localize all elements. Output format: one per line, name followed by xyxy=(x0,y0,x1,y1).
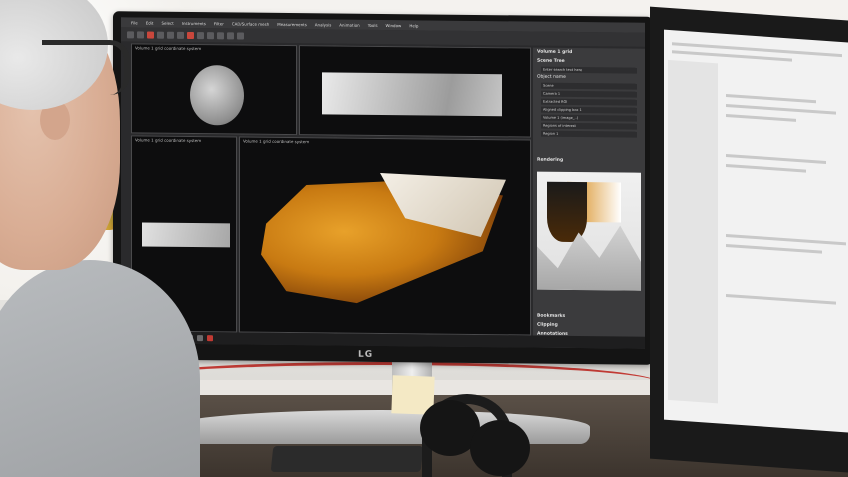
histogram-peak xyxy=(547,181,587,243)
viewport-label: Volume 1 grid coordinate system xyxy=(135,45,202,52)
viewport-3d[interactable]: Volume 1 grid coordinate system xyxy=(239,136,531,336)
main-monitor: File Edit Select Instruments Filter CAD/… xyxy=(113,11,653,365)
rendering-histogram[interactable] xyxy=(537,171,641,291)
taskbar-icon[interactable] xyxy=(197,335,203,342)
menu-tools[interactable]: Tools xyxy=(368,22,378,27)
tree-item[interactable]: Camera 1 xyxy=(541,90,637,98)
menu-filter[interactable]: Filter xyxy=(214,21,224,26)
toolbar-button[interactable] xyxy=(187,31,194,39)
scene-tree-panel: Volume 1 grid Scene Tree Enter search te… xyxy=(533,47,645,349)
code-line xyxy=(726,93,816,104)
glasses xyxy=(42,40,130,95)
code-line xyxy=(726,113,796,122)
menu-analysis[interactable]: Analysis xyxy=(315,22,331,27)
clipping-section[interactable]: Clipping xyxy=(537,323,558,328)
tree-item[interactable]: Volume 1 (image_..) xyxy=(541,114,637,122)
right-monitor xyxy=(650,6,848,474)
code-line xyxy=(726,233,846,246)
office-scene: File Edit Select Instruments Filter CAD/… xyxy=(0,0,848,477)
code-line xyxy=(726,153,826,164)
menu-instruments[interactable]: Instruments xyxy=(182,20,206,25)
monitor-logo: LG xyxy=(358,349,374,360)
tree-item[interactable]: Aligned clipping box 1 xyxy=(541,106,637,114)
toolbar-button[interactable] xyxy=(237,31,244,40)
menu-measurements[interactable]: Measurements xyxy=(277,21,307,26)
viewport-top-right[interactable] xyxy=(299,45,531,138)
tree-item[interactable]: Extracted ROI xyxy=(541,98,637,106)
smartphone xyxy=(270,446,424,472)
bookmarks-section[interactable]: Bookmarks xyxy=(537,314,565,319)
menu-window[interactable]: Window xyxy=(386,23,402,28)
headphone-earcup xyxy=(470,420,530,476)
menu-select[interactable]: Select xyxy=(161,20,173,25)
menu-file[interactable]: File xyxy=(131,20,138,25)
main-screen: File Edit Select Instruments Filter CAD/… xyxy=(121,17,645,349)
taskbar-icon[interactable] xyxy=(207,335,213,342)
toolbar-button[interactable] xyxy=(227,31,234,39)
code-line xyxy=(726,293,836,305)
toolbar-button[interactable] xyxy=(177,31,184,39)
viewport-top-left[interactable]: Volume 1 grid coordinate system xyxy=(131,43,297,136)
viewport-label: Volume 1 grid coordinate system xyxy=(135,137,202,144)
search-input[interactable]: Enter search text here xyxy=(541,66,637,74)
file-tree xyxy=(668,59,718,404)
code-line xyxy=(726,163,806,173)
ct-slice-strip xyxy=(142,222,230,248)
ct-slice-strip xyxy=(322,72,502,117)
right-screen xyxy=(664,29,848,433)
tree-item[interactable]: Regions of interest xyxy=(541,122,637,130)
toolbar-button[interactable] xyxy=(137,30,144,38)
tree-item[interactable]: Region 1 xyxy=(541,130,637,138)
code-line xyxy=(726,243,822,254)
toolbar-button[interactable] xyxy=(157,31,164,39)
rendering-title: Rendering xyxy=(537,157,564,163)
code-line xyxy=(726,103,836,115)
viewport-label: Volume 1 grid coordinate system xyxy=(243,138,310,145)
scene-tree-title: Scene Tree xyxy=(537,58,565,64)
tree-item[interactable]: Scene xyxy=(541,82,637,90)
toolbar-button[interactable] xyxy=(167,31,174,39)
toolbar-button[interactable] xyxy=(207,31,214,39)
toolbar-button[interactable] xyxy=(127,30,134,38)
toolbar-button[interactable] xyxy=(217,31,224,39)
menu-help[interactable]: Help xyxy=(409,23,418,28)
panel-title: Volume 1 grid xyxy=(537,49,573,55)
ct-slice-circle xyxy=(190,64,244,126)
object-name-header: Object name xyxy=(537,74,566,80)
toolbar-button[interactable] xyxy=(197,31,204,39)
toolbar-button[interactable] xyxy=(147,31,154,39)
menu-cad[interactable]: CAD/Surface mesh xyxy=(232,21,269,26)
menu-animation[interactable]: Animation xyxy=(339,22,359,27)
menu-edit[interactable]: Edit xyxy=(146,20,154,25)
